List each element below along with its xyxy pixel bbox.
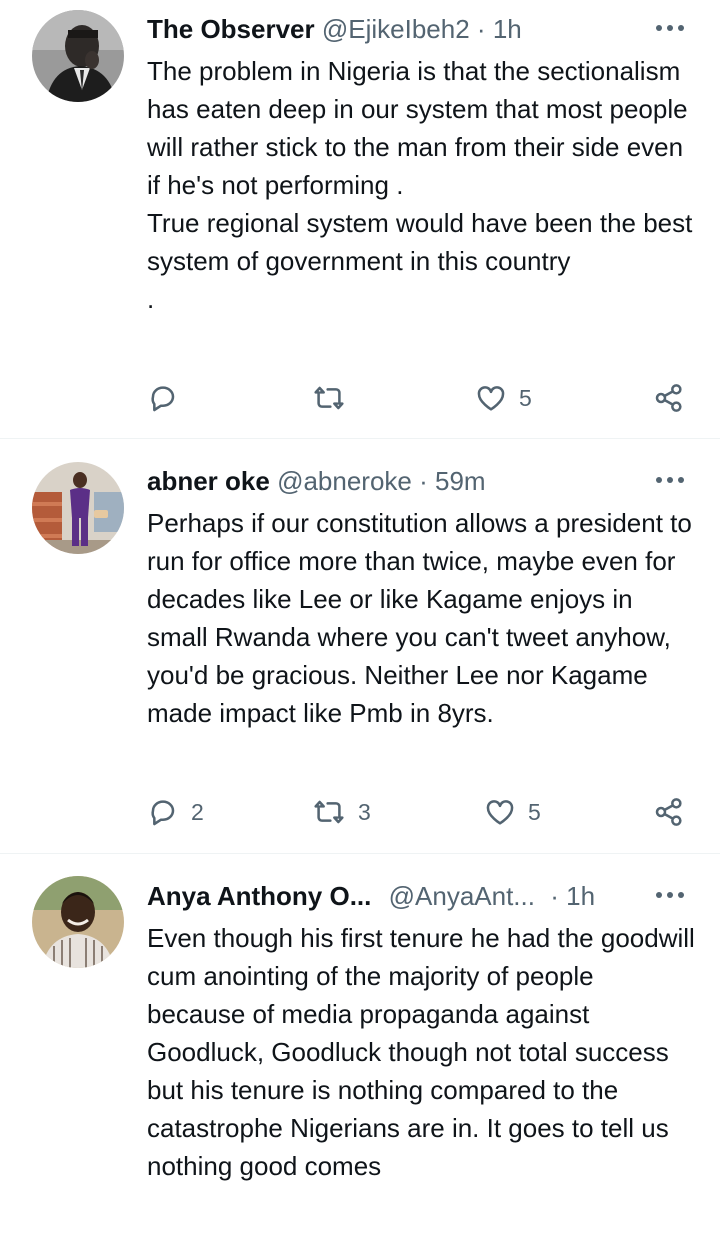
reply-icon [151, 386, 175, 412]
tweet-text: The problem in Nigeria is that the secti… [147, 56, 693, 314]
reply-button[interactable]: 2 [147, 792, 204, 832]
reply-count: 2 [191, 798, 204, 825]
like-count: 5 [519, 384, 532, 411]
tweet-1[interactable]: The Observer @EjikeIbeh2 · 1h The proble… [0, 0, 720, 438]
separator-dot: · [419, 466, 428, 496]
display-name[interactable]: abner oke [147, 466, 270, 496]
heart-icon [477, 386, 505, 411]
share-button[interactable] [653, 792, 685, 832]
timestamp[interactable]: 59m [435, 466, 486, 496]
tweet-text: Perhaps if our constitution allows a pre… [147, 508, 700, 728]
heart-icon [486, 800, 514, 825]
user-handle[interactable]: @abneroke [277, 466, 412, 496]
retweet-button[interactable]: 3 [312, 792, 371, 832]
display-name[interactable]: The Observer [147, 14, 315, 44]
tweet-header: Anya Anthony O... @AnyaAnt... · 1h [147, 879, 660, 913]
tweet-text: Even though his first tenure he had the … [147, 923, 703, 1181]
more-icon[interactable] [654, 879, 686, 911]
more-icon[interactable] [654, 12, 686, 44]
avatar[interactable] [32, 876, 124, 968]
retweet-icon [314, 800, 344, 824]
like-count: 5 [528, 798, 541, 825]
timestamp[interactable]: 1h [493, 14, 522, 44]
like-button[interactable]: 5 [475, 378, 532, 418]
tweet-3[interactable]: Anya Anthony O... @AnyaAnt... · 1h Even … [0, 854, 720, 1233]
like-button[interactable]: 5 [484, 792, 541, 832]
avatar[interactable] [32, 10, 124, 102]
retweet-count: 3 [358, 798, 371, 825]
separator-dot: · [476, 14, 486, 44]
display-name[interactable]: Anya Anthony O... [147, 879, 371, 913]
tweet-actions: 2 3 5 [147, 792, 687, 832]
retweet-button[interactable] [312, 378, 358, 418]
tweet-2[interactable]: abner oke @abneroke · 59m Perhaps if our… [0, 439, 720, 853]
separator-dot: · [550, 881, 559, 911]
reply-button[interactable] [147, 378, 191, 418]
tweet-header: abner oke @abneroke · 59m [147, 464, 660, 498]
tweet-header: The Observer @EjikeIbeh2 · 1h [147, 12, 660, 46]
share-icon [655, 798, 682, 826]
timestamp[interactable]: 1h [566, 881, 595, 911]
user-handle[interactable]: @EjikeIbeh2 [322, 14, 470, 44]
more-icon[interactable] [654, 464, 686, 496]
share-button[interactable] [653, 378, 685, 418]
share-icon [655, 384, 682, 412]
tweet-actions: 5 [147, 378, 687, 418]
avatar[interactable] [32, 462, 124, 554]
reply-icon [151, 800, 175, 826]
user-handle[interactable]: @AnyaAnt... [389, 879, 535, 913]
retweet-icon [314, 386, 344, 410]
